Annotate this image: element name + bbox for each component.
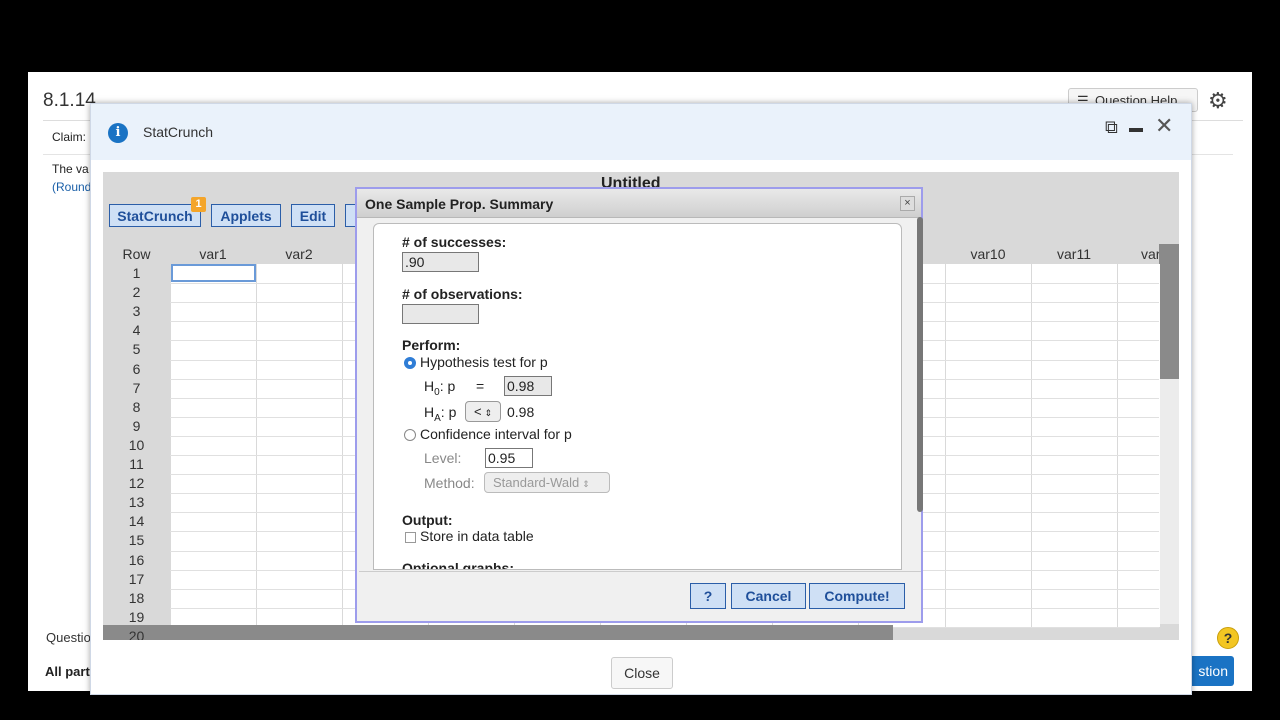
modal-header: i StatCrunch ⧉ ✕ — [91, 104, 1191, 160]
row-label: 9 — [132, 417, 141, 434]
ha-operator-select[interactable]: < ⇕ — [465, 401, 501, 422]
question-status-label: Questio — [46, 630, 91, 645]
statcrunch-menu-button[interactable]: StatCrunch — [109, 204, 201, 227]
row-label: 10 — [128, 436, 145, 453]
row-label: 4 — [132, 322, 141, 339]
select-arrows-icon: ⇕ — [582, 479, 590, 489]
dialog-options-panel: # of successes: # of observations: Perfo… — [373, 223, 902, 570]
ha-label: HA: p — [424, 404, 457, 424]
row-label: 1 — [132, 265, 141, 281]
output-label: Output: — [402, 512, 453, 528]
row-label: 12 — [128, 475, 145, 492]
applets-menu-button[interactable]: Applets — [211, 204, 281, 227]
row-label: 20 — [128, 627, 145, 640]
h0-label: H0: p — [424, 378, 456, 398]
one-sample-prop-dialog: One Sample Prop. Summary × # of successe… — [355, 187, 923, 623]
observations-label: # of observations: — [402, 286, 523, 302]
row-label: 5 — [132, 341, 141, 358]
all-parts-label: All part — [45, 664, 90, 679]
column-header-var1[interactable]: var1 — [170, 244, 256, 264]
hypothesis-test-radio[interactable] — [404, 357, 416, 369]
grid-column[interactable] — [256, 264, 343, 627]
column-header-row: Row — [122, 246, 151, 262]
grid-column[interactable] — [1117, 264, 1160, 627]
help-icon[interactable]: ? — [1217, 627, 1239, 649]
edit-menu-button[interactable]: Edit — [291, 204, 335, 227]
row-label: 17 — [128, 570, 145, 587]
cancel-button[interactable]: Cancel — [731, 583, 806, 609]
select-arrows-icon: ⇕ — [484, 408, 493, 418]
dialog-scrollbar[interactable] — [917, 217, 923, 512]
perform-label: Perform: — [402, 337, 461, 353]
help-button[interactable]: ? — [690, 583, 726, 609]
row-label: 18 — [128, 589, 145, 606]
row-label: 11 — [129, 456, 144, 472]
row-label: 7 — [132, 379, 141, 396]
row-label: 6 — [132, 360, 141, 377]
dialog-titlebar[interactable]: One Sample Prop. Summary × — [357, 189, 921, 218]
modal-title: StatCrunch — [143, 124, 214, 140]
column-header-var2[interactable]: var2 — [256, 244, 342, 264]
popout-icon[interactable]: ⧉ — [1105, 117, 1118, 138]
h0-equals-sign: = — [476, 378, 485, 394]
dialog-title: One Sample Prop. Summary — [365, 196, 554, 212]
close-icon[interactable]: ✕ — [1155, 113, 1173, 139]
hypothesis-test-label: Hypothesis test for p — [420, 354, 548, 370]
row-label: 19 — [128, 608, 145, 625]
dialog-close-icon[interactable]: × — [900, 196, 915, 211]
successes-label: # of successes: — [402, 234, 507, 250]
grid-column[interactable] — [945, 264, 1032, 627]
row-label: 3 — [132, 303, 141, 320]
divider — [359, 571, 921, 572]
minimize-icon[interactable] — [1129, 128, 1143, 132]
store-in-table-checkbox[interactable] — [405, 532, 416, 543]
grid-column[interactable] — [1031, 264, 1118, 627]
grid-column[interactable] — [170, 264, 257, 627]
row-label: 2 — [132, 284, 141, 301]
method-select[interactable]: Standard-Wald ⇕ — [484, 472, 610, 493]
level-label: Level: — [424, 450, 462, 466]
successes-input[interactable] — [402, 252, 479, 272]
h0-value-input[interactable] — [504, 376, 552, 396]
info-icon: i — [108, 123, 128, 143]
confidence-interval-label: Confidence interval for p — [420, 426, 572, 442]
observations-input[interactable] — [402, 304, 479, 324]
column-header-var10[interactable]: var10 — [945, 244, 1031, 264]
active-cell[interactable] — [171, 264, 256, 282]
table-row — [103, 625, 893, 640]
optional-graphs-label: Optional graphs: — [402, 560, 514, 570]
row-label: 13 — [128, 494, 145, 511]
question-number: 8.1.14 — [43, 90, 96, 111]
row-label: 8 — [132, 398, 141, 415]
row-label: 16 — [128, 551, 145, 568]
store-in-table-label: Store in data table — [420, 528, 534, 544]
compute-button[interactable]: Compute! — [809, 583, 905, 609]
level-input[interactable] — [485, 448, 533, 468]
grid-scrollbar-thumb[interactable] — [1159, 244, 1179, 379]
row-label: 15 — [128, 532, 145, 549]
notification-badge: 1 — [191, 197, 206, 212]
ha-value: 0.98 — [507, 404, 535, 420]
row-label: 14 — [128, 513, 145, 530]
method-label: Method: — [424, 475, 475, 491]
column-header-var11[interactable]: var11 — [1031, 244, 1117, 264]
claim-text: Claim: — [52, 130, 87, 144]
confidence-interval-radio[interactable] — [404, 429, 416, 441]
round-instruction: (Round — [52, 180, 92, 194]
question-text: The va — [52, 162, 89, 176]
gear-icon[interactable]: ⚙ — [1208, 88, 1228, 114]
close-button[interactable]: Close — [611, 657, 673, 689]
